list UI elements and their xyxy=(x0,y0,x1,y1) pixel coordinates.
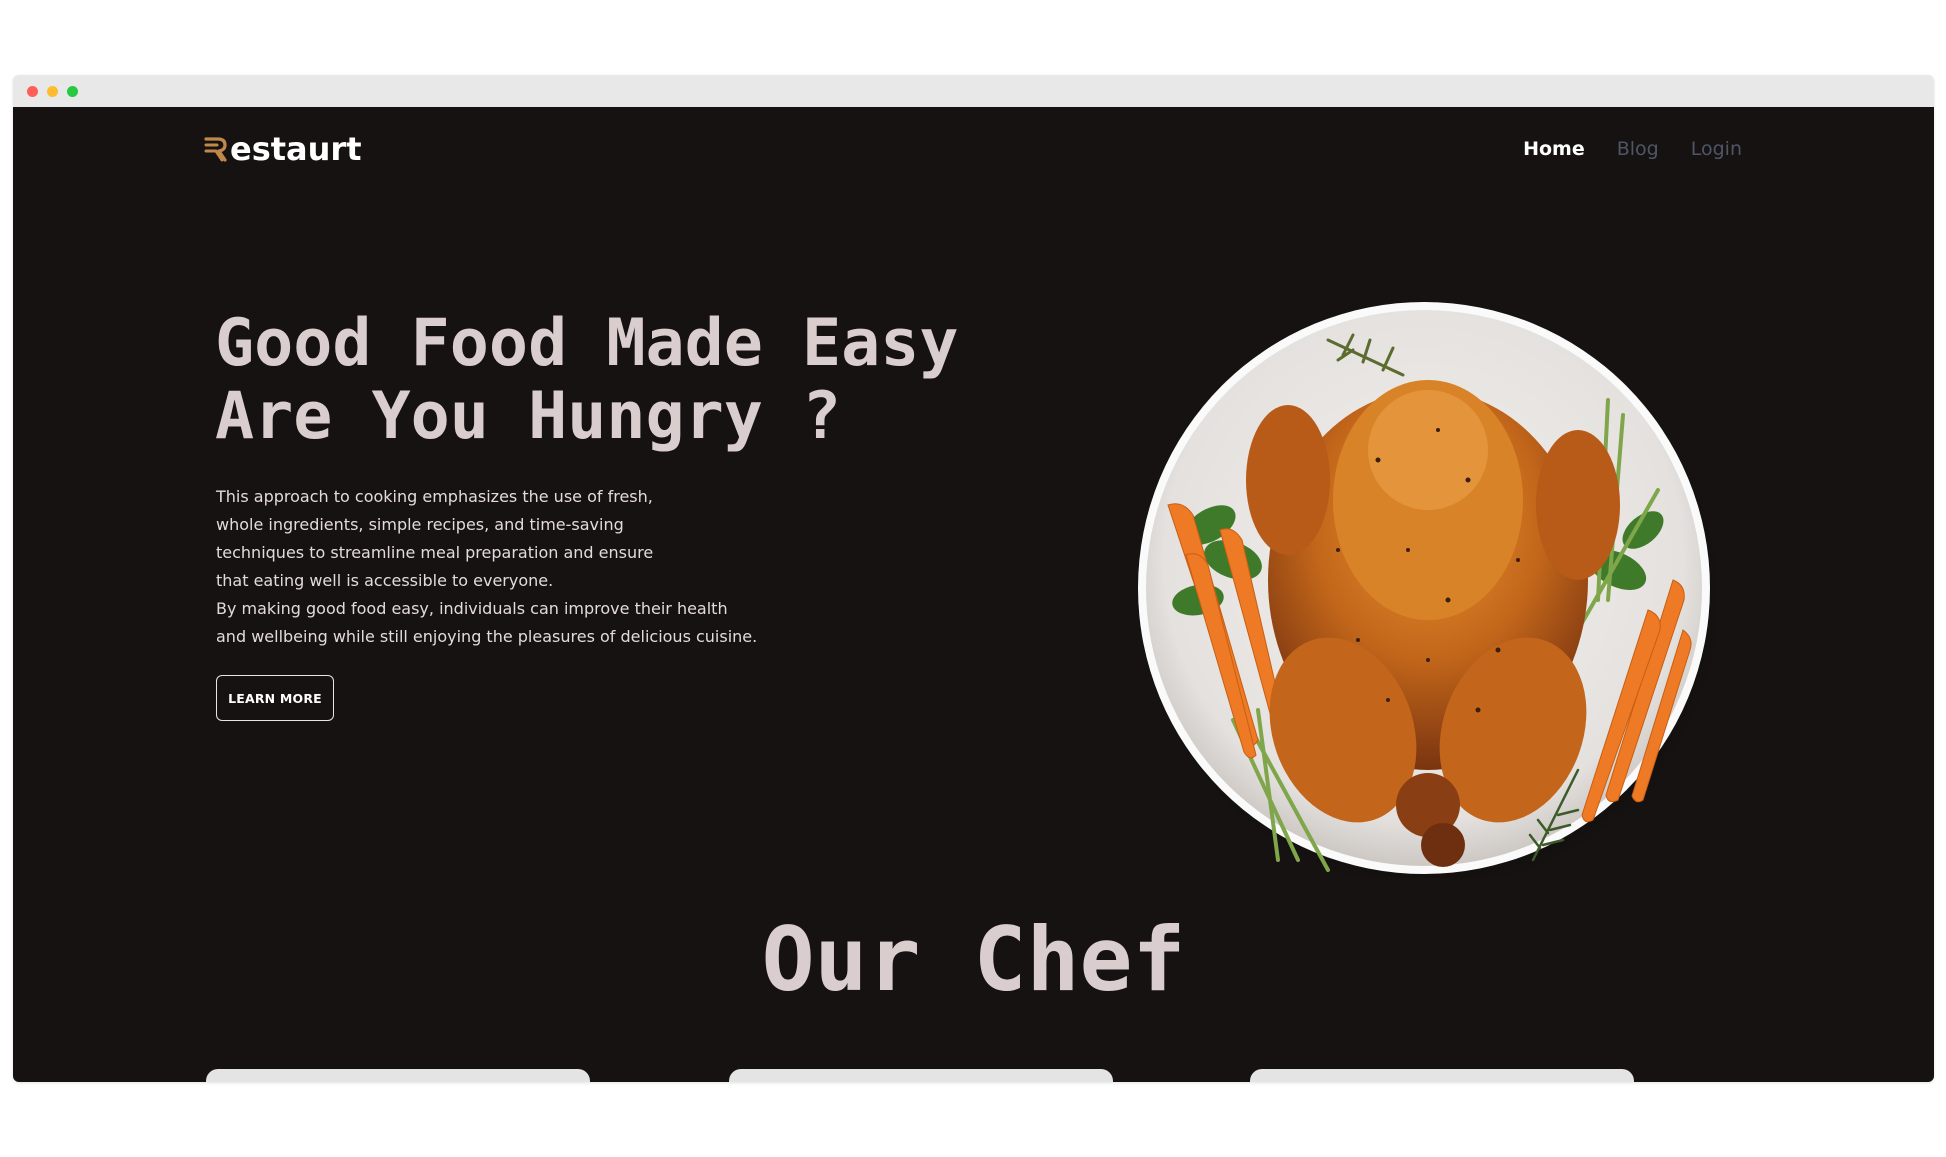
nav-blog-link[interactable]: Blog xyxy=(1617,138,1659,160)
hero-description-line: techniques to streamline meal preparatio… xyxy=(216,543,654,562)
chef-card[interactable] xyxy=(729,1069,1113,1082)
hero-description-line: By making good food easy, individuals ca… xyxy=(216,599,728,618)
browser-window: estaurt Home Blog Login Good Food Made E… xyxy=(13,75,1934,1082)
hero-description-line: and wellbeing while still enjoying the p… xyxy=(216,627,758,646)
roast-chicken-image xyxy=(1138,300,1716,878)
hero-title-line: Are You Hungry ? xyxy=(215,379,842,454)
hero-title: Good Food Made Easy Are You Hungry ? xyxy=(215,307,959,453)
hero-title-line: Good Food Made Easy xyxy=(215,306,959,381)
window-titlebar xyxy=(13,75,1934,107)
brand-logo[interactable]: estaurt xyxy=(203,127,362,171)
hero-description: This approach to cooking emphasizes the … xyxy=(216,483,836,651)
page-content: estaurt Home Blog Login Good Food Made E… xyxy=(13,107,1934,1082)
main-nav: Home Blog Login xyxy=(1523,138,1742,160)
learn-more-button[interactable]: LEARN MORE xyxy=(216,675,334,721)
hero-description-line: whole ingredients, simple recipes, and t… xyxy=(216,515,624,534)
nav-login-link[interactable]: Login xyxy=(1691,138,1742,160)
close-window-button[interactable] xyxy=(27,86,38,97)
maximize-window-button[interactable] xyxy=(67,86,78,97)
hero-description-line: that eating well is accessible to everyo… xyxy=(216,571,554,590)
brand-name: estaurt xyxy=(230,130,362,168)
logo-r-icon xyxy=(204,137,227,162)
nav-home-link[interactable]: Home xyxy=(1523,138,1585,160)
chef-card[interactable] xyxy=(1250,1069,1634,1082)
chef-card[interactable] xyxy=(206,1069,590,1082)
minimize-window-button[interactable] xyxy=(47,86,58,97)
hero-description-line: This approach to cooking emphasizes the … xyxy=(216,487,653,506)
our-chef-title: Our Chef xyxy=(761,908,1186,1011)
